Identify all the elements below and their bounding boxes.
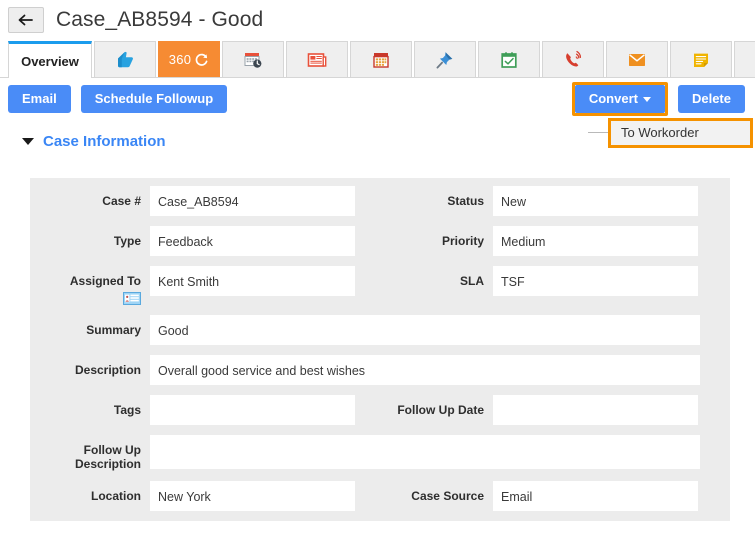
action-toolbar: Email Schedule Followup Convert Delete bbox=[0, 78, 755, 120]
field-tags: Tags bbox=[30, 395, 355, 426]
field-label-follow-up-description-line2: Description bbox=[74, 457, 141, 472]
tab-social[interactable] bbox=[94, 41, 156, 77]
sticky-note-icon bbox=[691, 50, 711, 70]
field-label-follow-up-description: Follow Up Description bbox=[30, 435, 150, 471]
tab-360-label: 360 bbox=[168, 52, 192, 67]
schedule-followup-button[interactable]: Schedule Followup bbox=[80, 85, 228, 113]
field-priority: Priority Medium bbox=[375, 226, 698, 256]
tab-pin[interactable] bbox=[414, 41, 476, 77]
field-type: Type Feedback bbox=[30, 226, 355, 256]
section-title: Case Information bbox=[43, 132, 166, 150]
form-row: Assigned To Kent Smith SLA TSF bbox=[30, 266, 730, 306]
field-label-description: Description bbox=[74, 363, 141, 378]
convert-dropdown-menu: To Workorder bbox=[608, 118, 753, 148]
tab-calls[interactable] bbox=[542, 41, 604, 77]
delete-button[interactable]: Delete bbox=[677, 85, 745, 113]
thumbs-up-icon bbox=[114, 49, 136, 71]
field-label-case-source: Case Source bbox=[411, 489, 484, 504]
tab-overview-label: Overview bbox=[21, 53, 79, 69]
form-row: Summary Good bbox=[30, 315, 730, 346]
priority-input[interactable]: Medium bbox=[493, 226, 698, 256]
tab-activity[interactable] bbox=[222, 41, 284, 77]
field-label-location: Location bbox=[91, 489, 141, 504]
summary-input[interactable]: Good bbox=[150, 315, 700, 346]
field-label-type: Type bbox=[113, 234, 141, 248]
tab-email[interactable] bbox=[606, 41, 668, 77]
field-follow-up-description: Follow Up Description bbox=[30, 435, 700, 471]
tab-attachments[interactable] bbox=[734, 41, 755, 77]
convert-button-label: Convert bbox=[588, 91, 638, 106]
field-label-status: Status bbox=[447, 194, 484, 208]
checked-calendar-icon bbox=[499, 50, 519, 70]
field-assigned-to: Assigned To Kent Smith bbox=[30, 266, 355, 306]
tab-bar: Overview 360 bbox=[0, 40, 755, 78]
chevron-down-icon[interactable] bbox=[22, 137, 34, 145]
case-information-form: Case # Case_AB8594 Status New Type Feedb… bbox=[30, 178, 730, 522]
form-row: Tags Follow Up Date bbox=[30, 395, 730, 426]
field-sla: SLA TSF bbox=[375, 266, 698, 296]
field-label-sla: SLA bbox=[460, 274, 484, 288]
field-follow-up-date: Follow Up Date bbox=[375, 395, 698, 426]
newspaper-icon bbox=[306, 50, 328, 70]
tab-news[interactable] bbox=[286, 41, 348, 77]
form-row: Type Feedback Priority Medium bbox=[30, 226, 730, 256]
field-label-summary: Summary bbox=[86, 323, 141, 338]
status-input[interactable]: New bbox=[493, 186, 698, 216]
tab-tasks[interactable] bbox=[478, 41, 540, 77]
sla-input[interactable]: TSF bbox=[493, 266, 698, 296]
tab-360[interactable]: 360 bbox=[158, 41, 220, 77]
field-label-assigned-to: Assigned To bbox=[30, 266, 150, 306]
follow-up-date-input[interactable] bbox=[493, 395, 698, 426]
tab-calendar[interactable] bbox=[350, 41, 412, 77]
form-row: Follow Up Description bbox=[30, 435, 730, 471]
envelope-icon bbox=[626, 51, 648, 69]
calendar-icon bbox=[371, 50, 391, 70]
field-case-source: Case Source Email bbox=[375, 481, 698, 512]
convert-button[interactable]: Convert bbox=[574, 85, 665, 113]
chevron-down-icon bbox=[642, 97, 651, 103]
field-label-assigned-to-text: Assigned To bbox=[69, 274, 141, 288]
description-input[interactable]: Overall good service and best wishes bbox=[150, 355, 700, 386]
field-location: Location New York bbox=[30, 481, 355, 512]
field-label-case-number: Case # bbox=[102, 194, 141, 208]
field-status: Status New bbox=[375, 186, 698, 216]
tab-notes[interactable] bbox=[670, 41, 732, 77]
type-input[interactable]: Feedback bbox=[150, 226, 355, 256]
back-arrow-icon bbox=[18, 14, 34, 26]
contact-card-icon[interactable] bbox=[30, 291, 141, 306]
page-title: Case_AB8594 - Good bbox=[56, 8, 264, 31]
assigned-to-input[interactable]: Kent Smith bbox=[150, 266, 355, 296]
dropdown-item-to-workorder[interactable]: To Workorder bbox=[611, 121, 750, 145]
location-input[interactable]: New York bbox=[150, 481, 355, 512]
phone-ring-icon bbox=[562, 49, 584, 71]
field-label-tags: Tags bbox=[113, 403, 141, 418]
field-label-priority: Priority bbox=[441, 234, 484, 248]
field-label-follow-up-date: Follow Up Date bbox=[397, 403, 484, 418]
convert-button-highlight: Convert bbox=[571, 82, 668, 116]
case-source-input[interactable]: Email bbox=[493, 481, 698, 512]
refresh-360-icon bbox=[193, 52, 209, 68]
back-button[interactable] bbox=[8, 7, 44, 33]
case-number-input[interactable]: Case_AB8594 bbox=[150, 186, 355, 216]
field-description: Description Overall good service and bes… bbox=[30, 355, 700, 386]
dropdown-leader-line bbox=[588, 132, 610, 133]
follow-up-description-input[interactable] bbox=[150, 435, 700, 470]
field-summary: Summary Good bbox=[30, 315, 700, 346]
form-row: Description Overall good service and bes… bbox=[30, 355, 730, 386]
calendar-clock-icon bbox=[242, 50, 264, 70]
field-label-follow-up-description-line1: Follow Up bbox=[83, 443, 141, 458]
page-header: Case_AB8594 - Good bbox=[0, 0, 755, 40]
pushpin-icon bbox=[434, 49, 456, 71]
form-row: Location New York Case Source Email bbox=[30, 481, 730, 512]
form-row: Case # Case_AB8594 Status New bbox=[30, 186, 730, 216]
field-case-number: Case # Case_AB8594 bbox=[30, 186, 355, 216]
tab-overview[interactable]: Overview bbox=[8, 41, 92, 78]
email-button[interactable]: Email bbox=[8, 85, 71, 113]
tags-input[interactable] bbox=[150, 395, 355, 426]
